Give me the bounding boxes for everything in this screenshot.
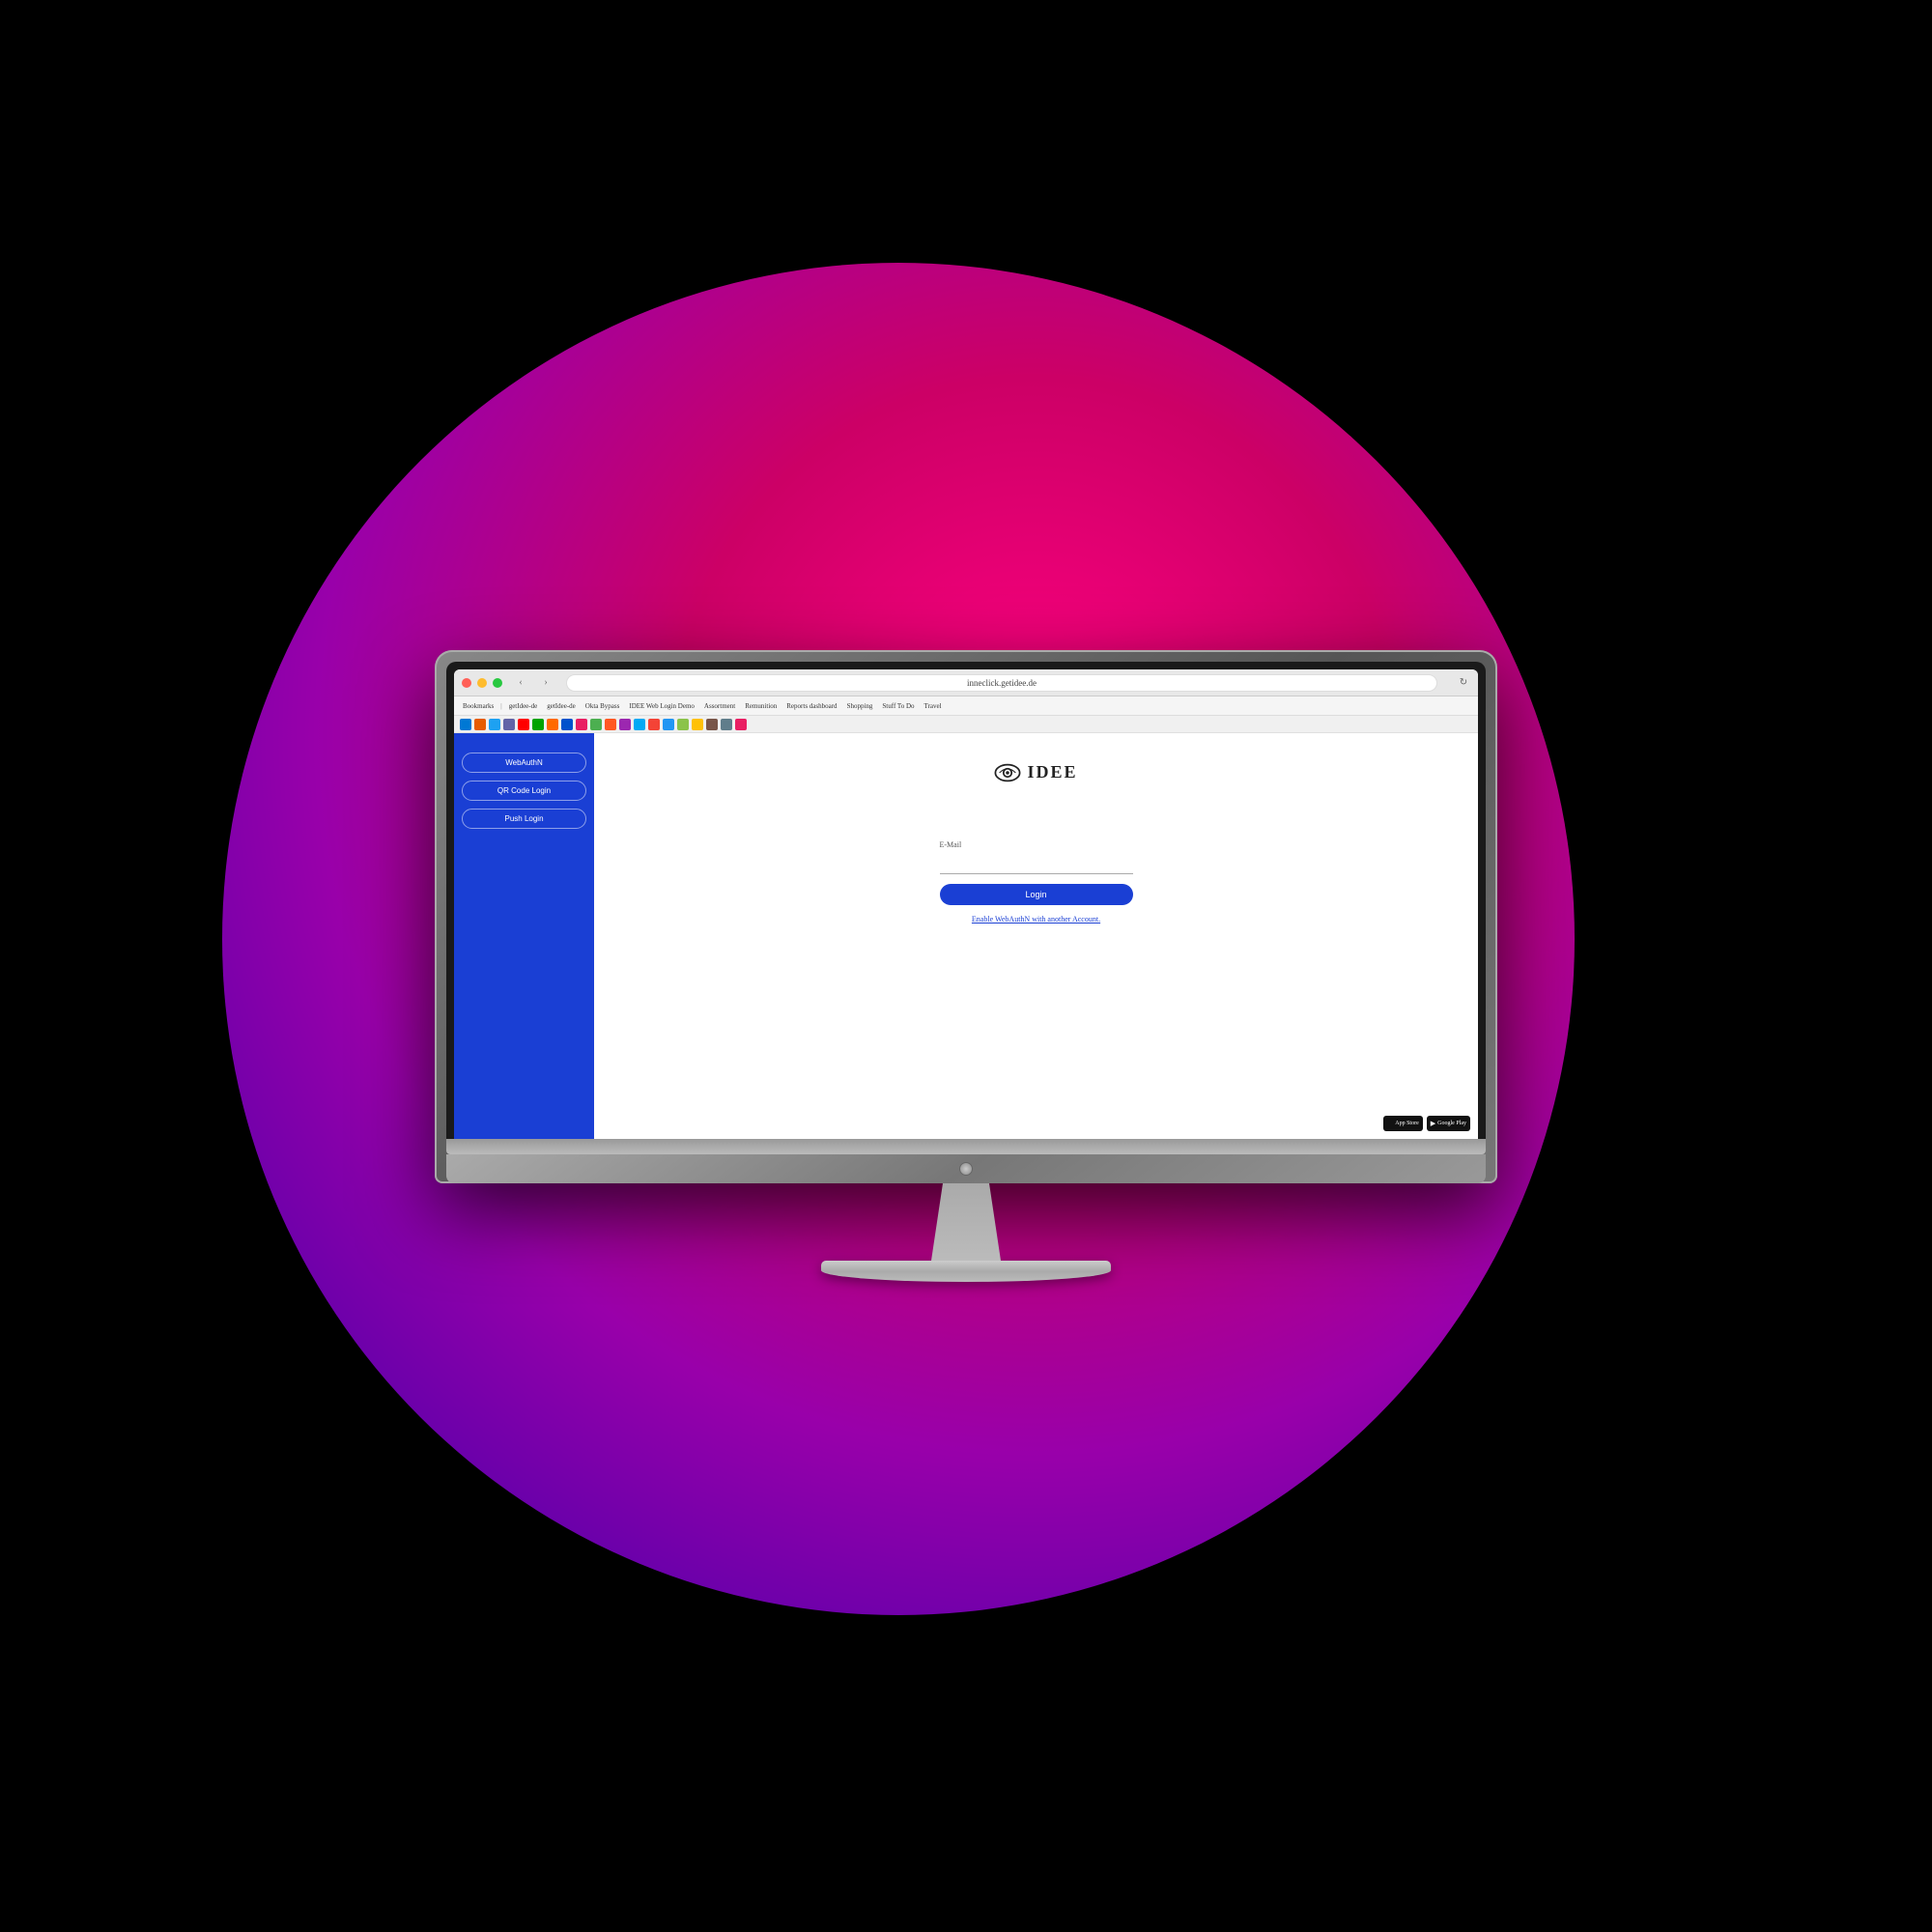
fav-icon-16[interactable] — [677, 719, 689, 730]
email-input[interactable] — [940, 855, 1133, 874]
enable-webauthn-link[interactable]: Enable WebAuthN with another Account. — [972, 915, 1100, 923]
store-badges:  App Store ▶ Google Play — [1383, 1116, 1470, 1131]
fav-icon-19[interactable] — [721, 719, 732, 730]
fav-icon-7[interactable] — [547, 719, 558, 730]
bookmark-remunition[interactable]: Remunition — [742, 701, 780, 711]
fav-icon-17[interactable] — [692, 719, 703, 730]
bookmark-stuff[interactable]: Stuff To Do — [879, 701, 917, 711]
monitor-bottom-bar — [446, 1139, 1486, 1154]
url-text: inneclick.getidee.de — [967, 678, 1037, 688]
login-button[interactable]: Login — [940, 884, 1133, 905]
fav-icon-14[interactable] — [648, 719, 660, 730]
browser-window: ‹ › inneclick.getidee.de ↻ Bookmarks | g… — [454, 669, 1478, 1139]
fav-icon-12[interactable] — [619, 719, 631, 730]
monitor-logo — [959, 1162, 973, 1176]
monitor-stand-neck — [908, 1183, 1024, 1261]
fav-icon-3[interactable] — [489, 719, 500, 730]
fav-icon-9[interactable] — [576, 719, 587, 730]
fav-icon-5[interactable] — [518, 719, 529, 730]
monitor-stand-base — [821, 1261, 1111, 1282]
bookmark-getidee1[interactable]: getIdee-de — [506, 701, 541, 711]
reload-button[interactable]: ↻ — [1457, 676, 1470, 690]
bookmark-idee-demo[interactable]: IDEE Web Login Demo — [626, 701, 697, 711]
bookmark-assortment[interactable]: Assortment — [701, 701, 738, 711]
fav-icon-4[interactable] — [503, 719, 515, 730]
left-sidebar: WebAuthN QR Code Login Push Login — [454, 733, 594, 1139]
bookmark-travel[interactable]: Travel — [922, 701, 945, 711]
fav-icon-13[interactable] — [634, 719, 645, 730]
monitor-bezel: ‹ › inneclick.getidee.de ↻ Bookmarks | g… — [446, 662, 1486, 1139]
browser-content: WebAuthN QR Code Login Push Login — [454, 733, 1478, 1139]
fav-icon-20[interactable] — [735, 719, 747, 730]
back-button[interactable]: ‹ — [514, 676, 527, 690]
push-login-button[interactable]: Push Login — [462, 809, 586, 829]
monitor-chin — [446, 1154, 1486, 1183]
logo-text: IDEE — [1027, 762, 1077, 782]
minimize-window-button[interactable] — [477, 678, 487, 688]
fav-icon-2[interactable] — [474, 719, 486, 730]
email-label: E-Mail — [940, 840, 962, 849]
bookmark-reports[interactable]: Reports dashboard — [783, 701, 839, 711]
bookmarks-bar: Bookmarks | getIdee-de getIdee-de Okta B… — [454, 696, 1478, 716]
apple-icon:  — [1387, 1120, 1393, 1128]
fav-icon-15[interactable] — [663, 719, 674, 730]
bookmark-shopping[interactable]: Shopping — [844, 701, 876, 711]
app-store-label: App Store — [1395, 1121, 1419, 1126]
close-window-button[interactable] — [462, 678, 471, 688]
fav-icon-1[interactable] — [460, 719, 471, 730]
browser-titlebar: ‹ › inneclick.getidee.de ↻ — [454, 669, 1478, 696]
fav-icon-6[interactable] — [532, 719, 544, 730]
eye-icon — [994, 763, 1021, 782]
qr-code-login-button[interactable]: QR Code Login — [462, 781, 586, 801]
google-play-icon: ▶ — [1431, 1120, 1435, 1127]
fav-icon-18[interactable] — [706, 719, 718, 730]
bookmark-bookmarks[interactable]: Bookmarks — [460, 701, 497, 711]
fav-icon-11[interactable] — [605, 719, 616, 730]
url-bar[interactable]: inneclick.getidee.de — [566, 674, 1437, 692]
maximize-window-button[interactable] — [493, 678, 502, 688]
fav-icon-8[interactable] — [561, 719, 573, 730]
forward-button[interactable]: › — [539, 676, 553, 690]
idee-logo: IDEE — [994, 762, 1077, 782]
fav-icon-10[interactable] — [590, 719, 602, 730]
favorites-bar — [454, 716, 1478, 733]
google-play-label: Google Play — [1437, 1121, 1466, 1126]
main-login-area: IDEE E-Mail Login Enable WebAuthN with a… — [594, 733, 1478, 1139]
webauthn-button[interactable]: WebAuthN — [462, 753, 586, 773]
google-play-badge[interactable]: ▶ Google Play — [1427, 1116, 1470, 1131]
bookmark-getidee2[interactable]: getIdee-de — [544, 701, 579, 711]
app-store-badge[interactable]:  App Store — [1383, 1116, 1423, 1131]
monitor-frame: ‹ › inneclick.getidee.de ↻ Bookmarks | g… — [435, 650, 1497, 1183]
bookmark-okta[interactable]: Okta Bypass — [582, 701, 623, 711]
monitor: ‹ › inneclick.getidee.de ↻ Bookmarks | g… — [435, 650, 1497, 1282]
login-form: E-Mail Login Enable WebAuthN with anothe… — [940, 840, 1133, 923]
